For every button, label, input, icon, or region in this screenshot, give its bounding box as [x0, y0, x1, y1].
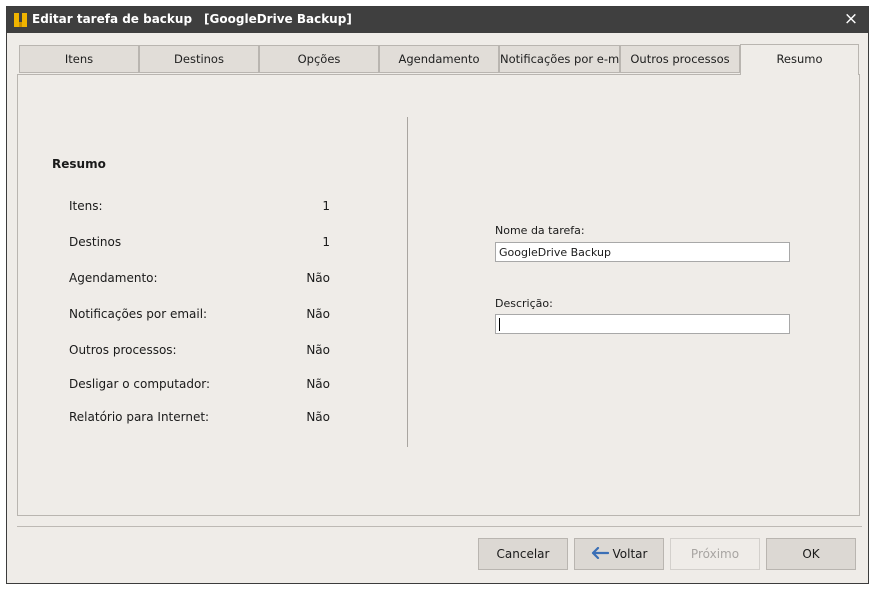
summary-value-outros-processos: Não [306, 343, 330, 357]
summary-label-agendamento: Agendamento: [69, 271, 158, 285]
description-input[interactable] [495, 314, 790, 334]
footer-divider [17, 526, 862, 527]
close-button[interactable]: × [842, 10, 860, 28]
summary-value-destinos: 1 [322, 235, 330, 249]
summary-label-notificacoes: Notificações por email: [69, 307, 208, 321]
backup-task-dialog: Editar tarefa de backup [GoogleDrive Back… [6, 6, 869, 584]
summary-heading: Resumo [52, 157, 106, 171]
task-name-input[interactable] [495, 242, 790, 262]
summary-label-outros-processos: Outros processos: [69, 343, 177, 357]
summary-panel: Resumo Itens: 1 Destinos 1 Agendamento: … [17, 74, 860, 516]
summary-label-desligar: Desligar o computador: [69, 377, 211, 391]
ok-button-label: OK [802, 547, 820, 561]
tab-notificacoes[interactable]: Notificações por e-mail [499, 45, 620, 73]
back-button-label: Voltar [612, 547, 648, 561]
text-caret [499, 318, 500, 331]
cancel-button-label: Cancelar [496, 547, 550, 561]
window-title-task: [GoogleDrive Backup] [204, 12, 352, 26]
ok-button[interactable]: OK [766, 538, 856, 570]
summary-value-agendamento: Não [306, 271, 330, 285]
arrow-left-icon [591, 540, 609, 570]
tab-resumo[interactable]: Resumo [740, 44, 859, 75]
close-icon: × [843, 9, 859, 29]
summary-value-desligar: Não [306, 377, 330, 391]
summary-label-itens: Itens: [69, 199, 103, 213]
tab-destinos[interactable]: Destinos [139, 45, 259, 73]
next-button[interactable]: Próximo [670, 538, 760, 570]
summary-label-destinos: Destinos [69, 235, 122, 249]
tab-opcoes[interactable]: Opções [259, 45, 379, 73]
tab-strip: Itens Destinos Opções Agendamento Notifi… [19, 44, 859, 75]
panel-divider [407, 117, 408, 447]
summary-label-relatorio: Relatório para Internet: [69, 410, 210, 424]
title-bar[interactable]: Editar tarefa de backup [GoogleDrive Back… [7, 7, 868, 33]
tab-itens[interactable]: Itens [19, 45, 139, 73]
next-button-label: Próximo [690, 547, 740, 561]
tab-outros-processos[interactable]: Outros processos [620, 45, 740, 73]
back-button[interactable]: Voltar [574, 538, 664, 570]
window-title-main: Editar tarefa de backup [32, 12, 193, 26]
cancel-button[interactable]: Cancelar [478, 538, 568, 570]
description-label: Descrição: [495, 297, 553, 310]
window-title: Editar tarefa de backup [GoogleDrive Back… [32, 12, 352, 26]
summary-value-itens: 1 [322, 199, 330, 213]
backup-app-icon [14, 13, 27, 27]
summary-value-relatorio: Não [306, 410, 330, 424]
tab-agendamento[interactable]: Agendamento [379, 45, 499, 73]
task-name-label: Nome da tarefa: [495, 224, 585, 237]
summary-value-notificacoes: Não [306, 307, 330, 321]
